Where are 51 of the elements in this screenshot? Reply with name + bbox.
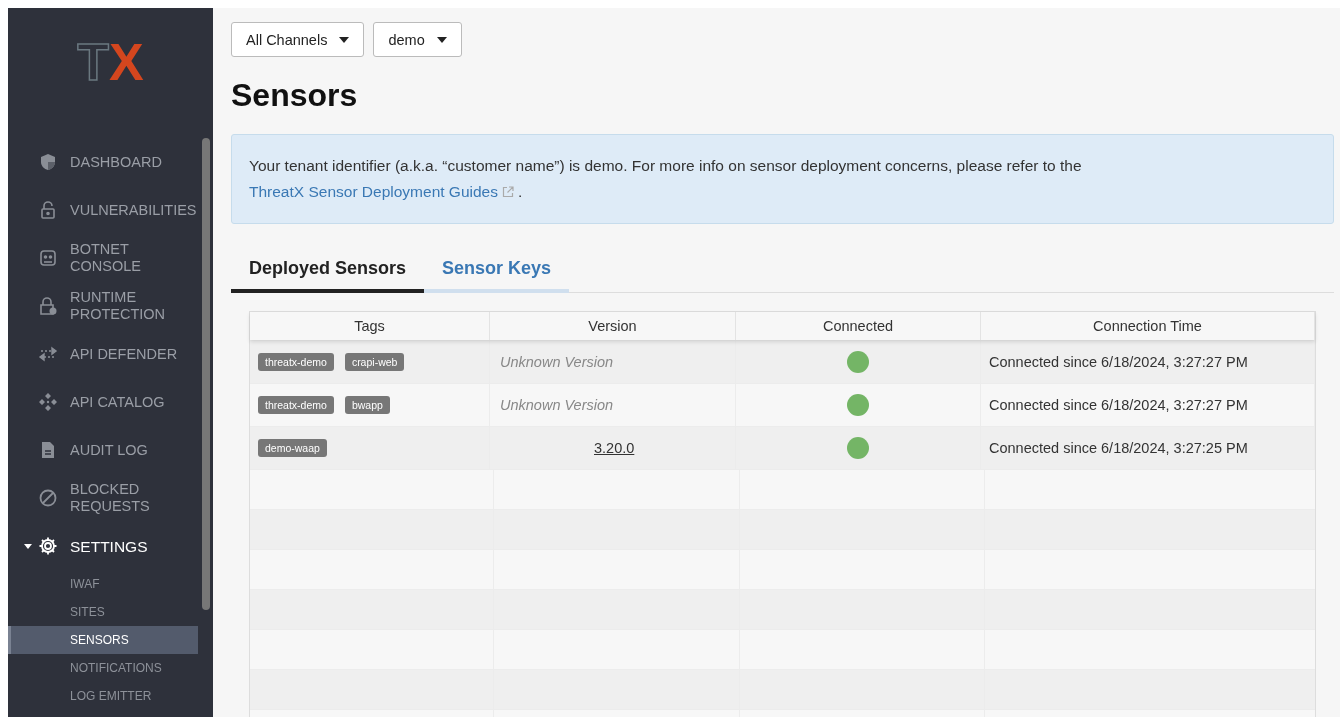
caret-icon[interactable]: [24, 543, 32, 549]
lock-clock-icon: [38, 296, 58, 316]
diamond-dots-icon: [38, 392, 58, 412]
version-text: Unknown Version: [499, 354, 614, 370]
caret-icon: [436, 36, 447, 43]
version-text: 3.20.0: [594, 440, 635, 456]
tab[interactable]: Deployed Sensors: [231, 252, 425, 293]
guides-link[interactable]: ThreatX Sensor Deployment Guides: [249, 179, 498, 205]
nav-subitem[interactable]: LOG EMITTER: [8, 682, 198, 710]
padlock-icon: [38, 200, 58, 220]
column-header[interactable]: Connected: [736, 312, 981, 340]
nav-item[interactable]: BOTNET CONSOLE: [8, 234, 213, 282]
nav-subitem[interactable]: SENSORS: [8, 626, 198, 654]
tag: bwapp: [344, 396, 390, 414]
robot-icon: [38, 248, 58, 268]
blocked-icon: [38, 488, 58, 508]
connection-time: Connected since 6/18/2024, 3:27:27 PM: [989, 354, 1248, 370]
nav-item[interactable]: SETTINGS: [8, 522, 213, 570]
scrollbar[interactable]: [202, 138, 210, 610]
nav-subitem[interactable]: SITES: [8, 598, 198, 626]
tag: demo-waap: [258, 439, 327, 457]
nav-item[interactable]: API DEFENDER: [8, 330, 213, 378]
nav-item[interactable]: RUNTIME PROTECTION: [8, 282, 213, 330]
caret-icon: [339, 36, 350, 43]
column-header[interactable]: Connection Time: [981, 312, 1315, 340]
gear-icon: [38, 536, 58, 556]
nav-item[interactable]: VULNERABILITIES: [8, 186, 213, 234]
tag: threatx-demo: [258, 353, 334, 371]
period: .: [518, 182, 523, 202]
shield-icon: [38, 152, 58, 172]
version-text: Unknown Version: [499, 397, 614, 413]
column-header[interactable]: Version: [490, 312, 736, 340]
nav-item[interactable]: BLOCKED REQUESTS: [8, 474, 213, 522]
tag: crapi-web: [344, 353, 405, 371]
column-header[interactable]: Tags: [250, 312, 490, 340]
info-text: Your tenant identifier (a.k.a. “customer name”) is demo. For more info on sensor deployment concerns, please refer to the: [249, 157, 1082, 174]
dropdown[interactable]: All Channels: [231, 22, 365, 57]
logo: TX: [76, 32, 145, 93]
nav-item[interactable]: AUDIT LOG: [8, 426, 213, 474]
page-title: Sensors: [231, 77, 359, 114]
external-link-icon: [502, 186, 514, 198]
connection-time: Connected since 6/18/2024, 3:27:25 PM: [989, 440, 1248, 456]
nav-item[interactable]: API CATALOG: [8, 378, 213, 426]
nav-subitem[interactable]: NOTIFICATIONS: [8, 654, 198, 682]
connection-time: Connected since 6/18/2024, 3:27:27 PM: [989, 397, 1248, 413]
tag: threatx-demo: [258, 396, 334, 414]
nav-subitem[interactable]: IWAF: [8, 570, 198, 598]
nav-item[interactable]: DASHBOARD: [8, 138, 213, 186]
tab[interactable]: Sensor Keys: [424, 252, 570, 293]
arrows-icon: [38, 344, 58, 364]
dropdown[interactable]: demo: [373, 22, 462, 57]
